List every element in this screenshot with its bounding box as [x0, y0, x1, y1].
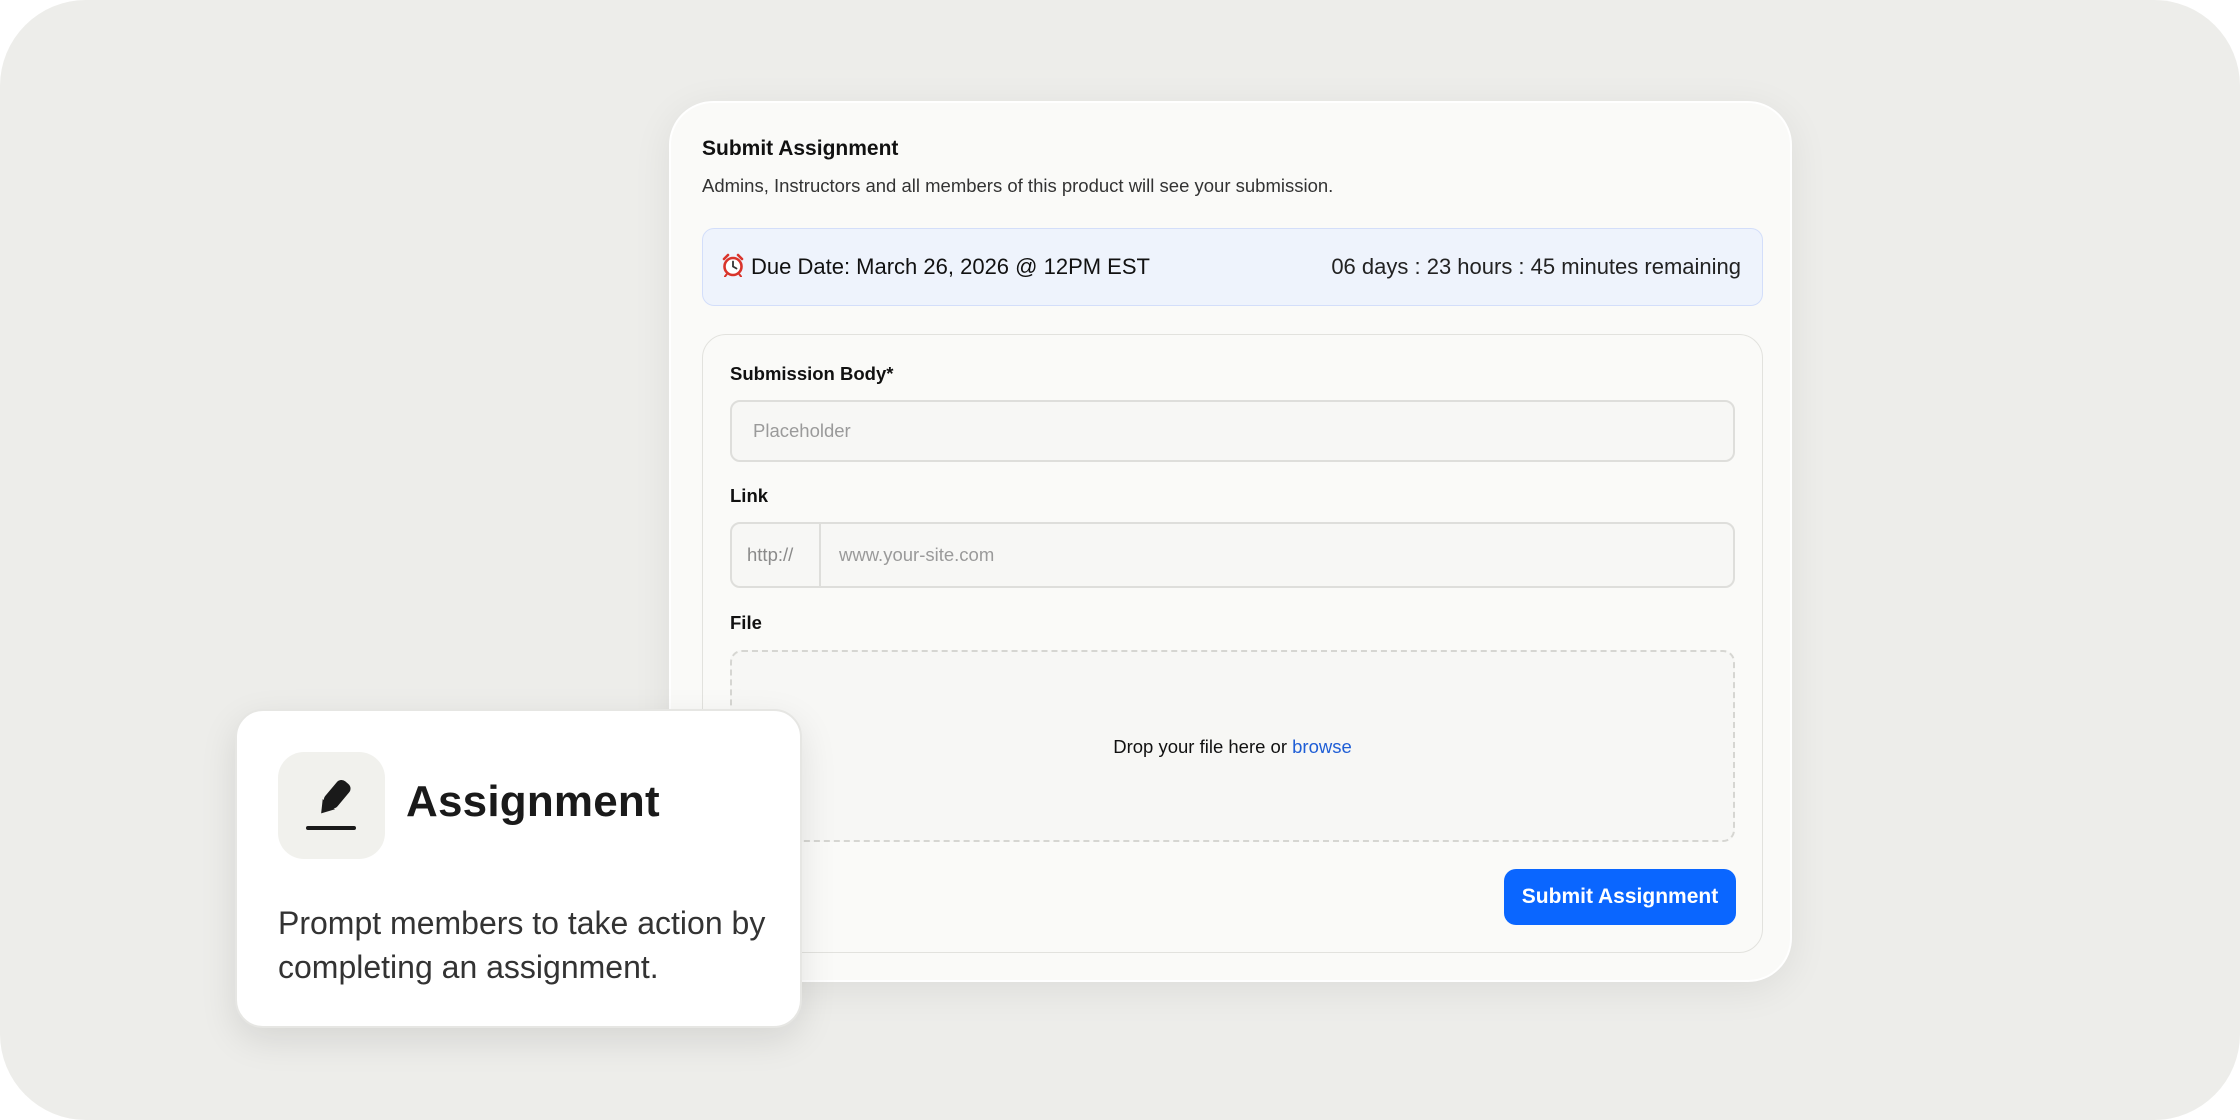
- submission-body-label: Submission Body*: [730, 363, 894, 384]
- browse-link[interactable]: browse: [1292, 736, 1352, 757]
- time-remaining: 06 days : 23 hours : 45 minutes remainin…: [1331, 254, 1741, 279]
- file-label: File: [730, 612, 762, 633]
- submit-assignment-button[interactable]: Submit Assignment: [1504, 869, 1736, 925]
- feature-icon-container: [278, 752, 385, 859]
- dropzone-text: Drop your file here or browse: [732, 736, 1733, 758]
- link-prefix: http://: [732, 524, 821, 586]
- link-input[interactable]: http:// www.your-site.com: [730, 522, 1735, 588]
- submission-body-input[interactable]: Placeholder: [730, 400, 1735, 462]
- assignment-feature-card: Assignment Prompt members to take action…: [235, 709, 802, 1028]
- due-date-text: Due Date: March 26, 2026 @ 12PM EST: [751, 254, 1150, 279]
- submit-assignment-card: Submit Assignment Admins, Instructors an…: [669, 101, 1792, 982]
- canvas-background: Submit Assignment Admins, Instructors an…: [0, 0, 2240, 1120]
- card-subtitle: Admins, Instructors and all members of t…: [702, 175, 1334, 196]
- submission-body-placeholder: Placeholder: [753, 420, 851, 441]
- link-prefix-text: http://: [747, 544, 794, 565]
- due-date-banner: Due Date: March 26, 2026 @ 12PM EST 06 d…: [702, 228, 1763, 306]
- file-dropzone[interactable]: Drop your file here or browse: [730, 650, 1735, 842]
- feature-description: Prompt members to take action by complet…: [278, 905, 766, 985]
- submission-form: Submission Body* Placeholder Link http:/…: [702, 334, 1763, 953]
- dropzone-instructions: Drop your file here or: [1113, 736, 1293, 757]
- link-label: Link: [730, 485, 769, 506]
- card-title: Submit Assignment: [702, 137, 899, 160]
- link-placeholder: www.your-site.com: [839, 544, 995, 565]
- pen-on-line-icon: [306, 779, 356, 830]
- feature-title: Assignment: [406, 777, 660, 826]
- alarm-clock-icon: [722, 253, 744, 278]
